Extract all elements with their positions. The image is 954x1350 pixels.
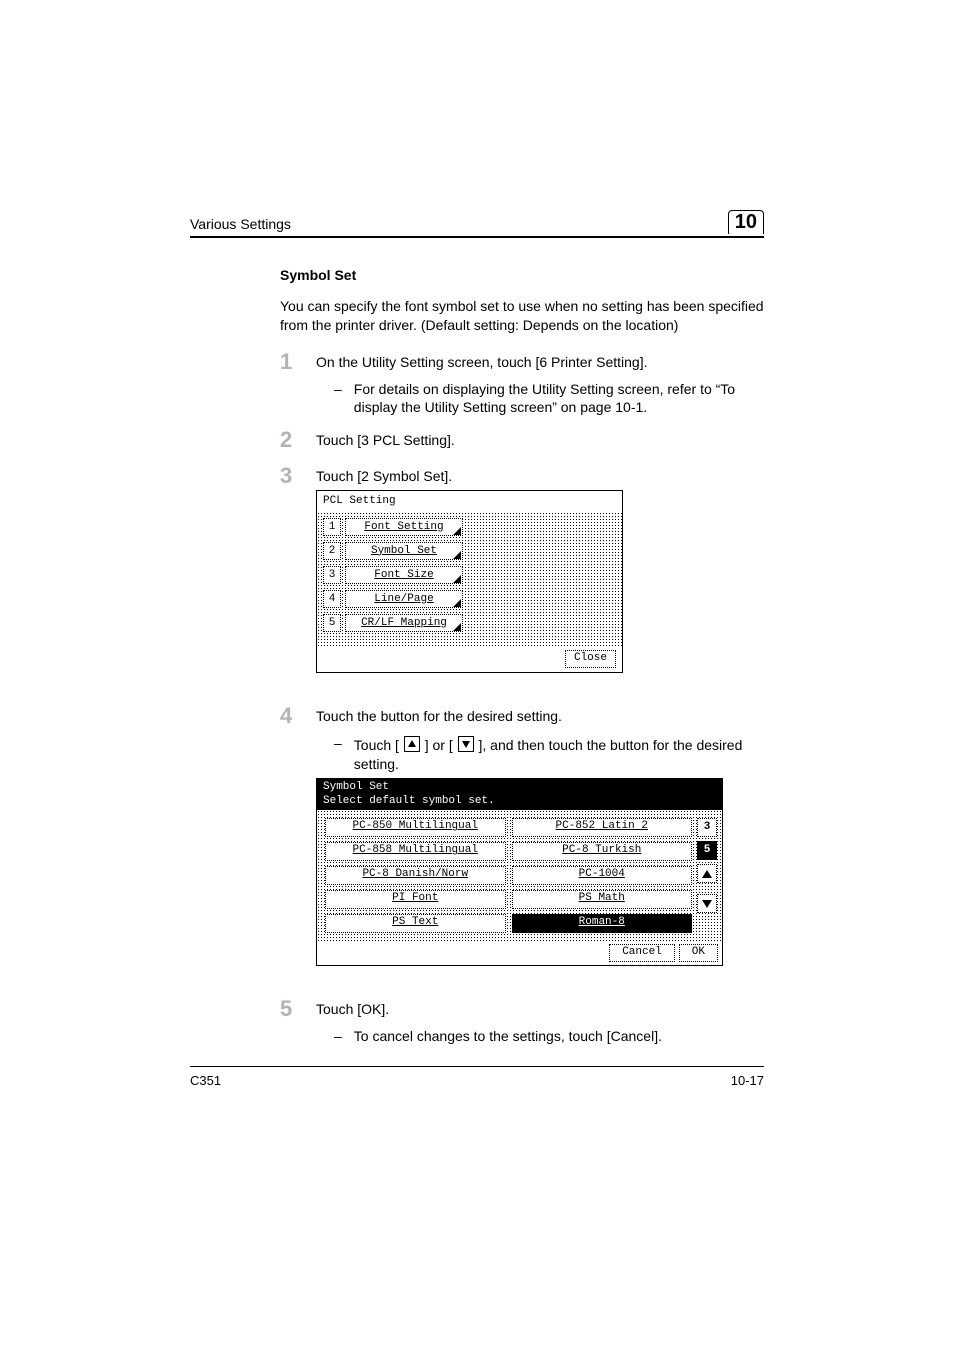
footer-page-number: 10-17	[731, 1072, 764, 1090]
step-number: 5	[280, 998, 298, 1020]
dash-icon: –	[334, 380, 342, 418]
item-number: 2	[323, 542, 341, 560]
symbol-set-option[interactable]: PS Math	[512, 890, 693, 909]
step-subtext: Touch [ ] or [ ], and then touch the but…	[354, 734, 764, 774]
item-button[interactable]: Symbol Set	[345, 542, 463, 560]
step-1: 1 On the Utility Setting screen, touch […	[280, 353, 764, 418]
pcl-setting-item[interactable]: 2Symbol Set	[323, 542, 616, 560]
symbol-set-option[interactable]: PC-1004	[512, 866, 693, 885]
screen-subtitle: Select default symbol set.	[323, 795, 716, 809]
symbol-set-option[interactable]: PC-852 Latin 2	[512, 818, 693, 837]
pcl-setting-screen: PCL Setting 1Font Setting2Symbol Set3Fon…	[316, 490, 623, 673]
step-number: 3	[280, 465, 298, 487]
item-number: 3	[323, 566, 341, 584]
step-2: 2 Touch [3 PCL Setting].	[280, 431, 764, 453]
footer-model: C351	[190, 1072, 221, 1090]
header-rule	[190, 236, 764, 238]
ok-button[interactable]: OK	[679, 944, 718, 962]
screen-title: PCL Setting	[317, 491, 622, 512]
item-button[interactable]: Font Setting	[345, 518, 463, 536]
intro-paragraph: You can specify the font symbol set to u…	[280, 297, 764, 335]
pcl-setting-item[interactable]: 3Font Size	[323, 566, 616, 584]
step-number: 2	[280, 429, 298, 451]
scroll-up-button[interactable]	[697, 864, 717, 883]
step-text: On the Utility Setting screen, touch [6 …	[316, 353, 764, 372]
screen-title: Symbol Set	[323, 781, 716, 795]
step-subtext: To cancel changes to the settings, touch…	[354, 1027, 662, 1046]
header-section-title: Various Settings	[190, 215, 291, 234]
symbol-set-option[interactable]: PC-858 Multilingual	[325, 842, 506, 861]
symbol-set-option[interactable]: PC-8 Danish/Norw	[325, 866, 506, 885]
step-text: Touch [OK].	[316, 1000, 764, 1019]
item-number: 4	[323, 590, 341, 608]
page-indicator-total: 5	[697, 841, 717, 860]
item-button[interactable]: Font Size	[345, 566, 463, 584]
pcl-setting-item[interactable]: 4Line/Page	[323, 590, 616, 608]
step-text: Touch [2 Symbol Set].	[316, 467, 764, 486]
symbol-set-option[interactable]: PI Font	[325, 890, 506, 909]
symbol-set-option[interactable]: PC-8 Turkish	[512, 842, 693, 861]
step-4: 4 Touch the button for the desired setti…	[280, 707, 764, 986]
dash-icon: –	[334, 1027, 342, 1046]
step-5: 5 Touch [OK]. – To cancel changes to the…	[280, 1000, 764, 1046]
item-number: 1	[323, 518, 341, 536]
symbol-set-screen: Symbol Set Select default symbol set. PC…	[316, 778, 723, 967]
item-number: 5	[323, 614, 341, 632]
arrow-up-icon	[404, 736, 420, 752]
step-subtext: For details on displaying the Utility Se…	[354, 380, 764, 418]
symbol-set-option[interactable]: PC-850 Multilingual	[325, 818, 506, 837]
step-number: 1	[280, 351, 298, 373]
item-button[interactable]: CR/LF Mapping	[345, 614, 463, 632]
step-text: Touch the button for the desired setting…	[316, 707, 764, 726]
arrow-down-icon	[458, 736, 474, 752]
scroll-down-button[interactable]	[697, 894, 717, 913]
close-button[interactable]: Close	[565, 650, 616, 668]
pcl-setting-item[interactable]: 1Font Setting	[323, 518, 616, 536]
cancel-button[interactable]: Cancel	[609, 944, 675, 962]
dash-icon: –	[334, 734, 342, 774]
item-button[interactable]: Line/Page	[345, 590, 463, 608]
step-number: 4	[280, 705, 298, 727]
chapter-number-badge: 10	[728, 210, 764, 234]
pcl-setting-item[interactable]: 5CR/LF Mapping	[323, 614, 616, 632]
section-heading: Symbol Set	[280, 266, 764, 285]
page-indicator-current: 3	[697, 818, 717, 837]
step-3: 3 Touch [2 Symbol Set]. PCL Setting 1Fon…	[280, 467, 764, 693]
symbol-set-option[interactable]: PS Text	[325, 914, 506, 933]
step-text: Touch [3 PCL Setting].	[316, 431, 764, 450]
symbol-set-option[interactable]: Roman-8	[512, 914, 693, 933]
